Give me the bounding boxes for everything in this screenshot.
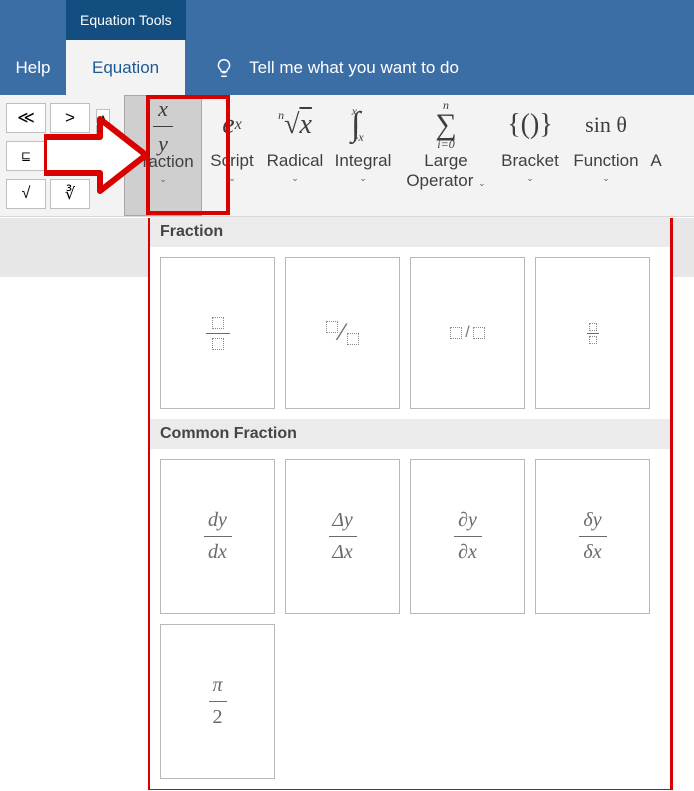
fraction-skewed[interactable]: ⁄ bbox=[285, 257, 400, 409]
large-operator-label: LargeOperator ⌄ bbox=[406, 151, 485, 190]
caret-icon: ⌄ bbox=[526, 173, 534, 184]
script-icon: ex bbox=[222, 101, 242, 149]
caret-icon: ⌄ bbox=[602, 173, 610, 184]
fraction-Delta-y-Delta-x[interactable]: Δy Δx bbox=[285, 459, 400, 614]
caret-icon: ⌄ bbox=[359, 173, 367, 184]
fraction-partial-y-partial-x[interactable]: ∂y ∂x bbox=[410, 459, 525, 614]
gallery-row-fraction: ⁄ / bbox=[150, 247, 670, 419]
spacer bbox=[0, 0, 66, 40]
tell-me-label: Tell me what you want to do bbox=[249, 58, 459, 78]
gallery-row-common: dy dx Δy Δx ∂y ∂x δy δx bbox=[150, 449, 670, 789]
fraction-pi-over-2[interactable]: π 2 bbox=[160, 624, 275, 779]
symbol-lessequal-button[interactable]: ⊑ bbox=[6, 141, 46, 171]
bracket-icon: {()} bbox=[507, 101, 553, 149]
accent-label: A bbox=[650, 151, 661, 171]
title-tab-band: Equation Tools bbox=[0, 0, 694, 40]
symbols-scroll-up[interactable]: ▴ bbox=[96, 109, 110, 123]
fraction-linear[interactable]: / bbox=[410, 257, 525, 409]
symbol-greater-button[interactable]: > bbox=[50, 103, 90, 133]
fraction-gallery: Fraction ⁄ / bbox=[150, 217, 670, 789]
symbols-scroll-down[interactable]: ▾ bbox=[96, 125, 110, 139]
placeholder-icon bbox=[473, 327, 485, 339]
tell-me-search[interactable]: Tell me what you want to do bbox=[185, 40, 459, 95]
fraction-icon: x y bbox=[153, 102, 173, 150]
placeholder-icon bbox=[589, 323, 597, 331]
placeholder-icon bbox=[450, 327, 462, 339]
caret-icon: ⌄ bbox=[228, 173, 236, 184]
tab-row: Help Equation Tell me what you want to d… bbox=[0, 40, 694, 95]
structures-buttons: x y Fraction ⌄ ex Script ⌄ n√x Radical ⌄… bbox=[124, 95, 666, 216]
tab-help[interactable]: Help bbox=[0, 40, 66, 95]
large-operator-button[interactable]: n ∑ i=0 LargeOperator ⌄ bbox=[398, 95, 494, 216]
placeholder-icon bbox=[212, 338, 224, 350]
lightbulb-icon bbox=[213, 57, 235, 79]
symbols-mini-group: ≪ > ⊑ ⊒ √ ∛ ▴ ▾ ▾ bbox=[0, 95, 124, 216]
fraction-delta-y-delta-x[interactable]: δy δx bbox=[535, 459, 650, 614]
fraction-dy-dx[interactable]: dy dx bbox=[160, 459, 275, 614]
integral-label: Integral bbox=[335, 151, 392, 171]
placeholder-icon bbox=[589, 336, 597, 344]
function-button[interactable]: sin θ Function ⌄ bbox=[566, 95, 646, 216]
ribbon-structures: ≪ > ⊑ ⊒ √ ∛ ▴ ▾ ▾ x y Fraction bbox=[0, 95, 694, 217]
script-button[interactable]: ex Script ⌄ bbox=[202, 95, 262, 216]
script-label: Script bbox=[210, 151, 253, 171]
function-icon: sin θ bbox=[585, 101, 627, 149]
placeholder-icon bbox=[326, 321, 338, 333]
placeholder-icon bbox=[347, 333, 359, 345]
contextual-tab-equation-tools[interactable]: Equation Tools bbox=[66, 0, 186, 40]
integral-button[interactable]: ∫-xx Integral ⌄ bbox=[328, 95, 398, 216]
caret-icon: ⌄ bbox=[159, 174, 167, 185]
fraction-label: Fraction bbox=[132, 152, 193, 172]
symbol-muchless-button[interactable]: ≪ bbox=[6, 103, 46, 133]
large-operator-icon: n ∑ i=0 bbox=[435, 101, 456, 149]
bracket-label: Bracket bbox=[501, 151, 559, 171]
radical-icon: n√x bbox=[278, 101, 312, 149]
placeholder-icon bbox=[212, 317, 224, 329]
symbols-more[interactable]: ▾ bbox=[96, 141, 110, 155]
caret-icon: ⌄ bbox=[291, 173, 299, 184]
fraction-stacked[interactable] bbox=[160, 257, 275, 409]
symbol-cuberoot-button[interactable]: ∛ bbox=[50, 179, 90, 209]
fraction-small[interactable] bbox=[535, 257, 650, 409]
function-label: Function bbox=[573, 151, 638, 171]
accent-button-partial[interactable]: A bbox=[646, 95, 666, 216]
gallery-header-fraction: Fraction bbox=[150, 217, 670, 247]
radical-button[interactable]: n√x Radical ⌄ bbox=[262, 95, 328, 216]
radical-label: Radical bbox=[267, 151, 324, 171]
symbol-sqrt-button[interactable]: √ bbox=[6, 179, 46, 209]
symbol-equivless-button[interactable]: ⊒ bbox=[50, 141, 90, 171]
fraction-button[interactable]: x y Fraction ⌄ bbox=[124, 95, 202, 216]
integral-icon: ∫-xx bbox=[351, 101, 375, 149]
gallery-header-common: Common Fraction bbox=[150, 419, 670, 449]
bracket-button[interactable]: {()} Bracket ⌄ bbox=[494, 95, 566, 216]
tab-equation[interactable]: Equation bbox=[66, 40, 185, 95]
